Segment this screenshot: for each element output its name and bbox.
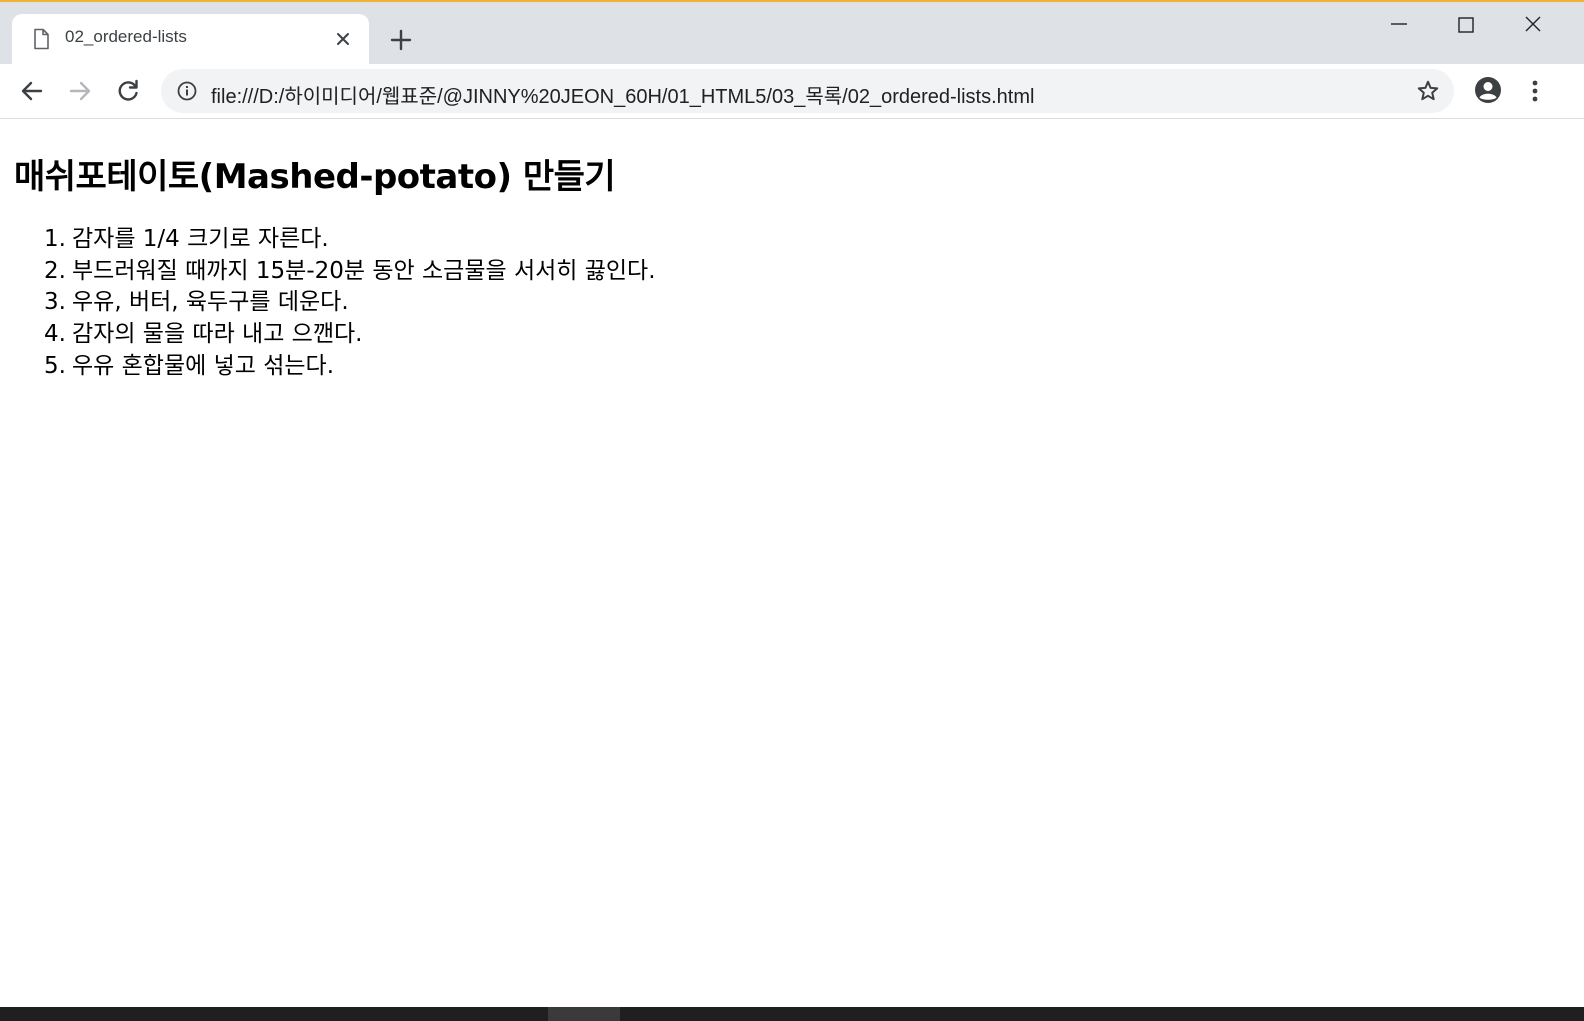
list-item-number: 1.	[44, 226, 66, 252]
close-tab-icon[interactable]	[334, 30, 352, 48]
new-tab-plus-icon[interactable]	[389, 28, 413, 52]
address-bar[interactable]: file:///D:/하이미디어/웹표준/@JINNY%20JEON_60H/0…	[161, 69, 1454, 113]
maximize-icon[interactable]	[1454, 14, 1478, 38]
list-item-text: 우유 혼합물에 넣고 섞는다.	[72, 352, 335, 379]
minimize-icon[interactable]	[1387, 14, 1411, 38]
recipe-steps-list: 1. 감자를 1/4 크기로 자른다. 2. 부드러워질 때까지 15분-20분 동…	[44, 224, 656, 382]
list-item-number: 3.	[44, 289, 66, 316]
document-icon	[32, 28, 50, 50]
browser-toolbar: file:///D:/하이미디어/웹표준/@JINNY%20JEON_60H/0…	[0, 64, 1584, 119]
forward-arrow-icon[interactable]	[66, 77, 94, 105]
list-item-text: 부드러워질 때까지 15분-20분 동안 소금물을 서서히 끓인다.	[72, 257, 656, 284]
list-item-number: 4.	[44, 321, 66, 348]
list-item: 2. 부드러워질 때까지 15분-20분 동안 소금물을 서서히 끓인다.	[44, 256, 656, 288]
site-info-icon[interactable]	[177, 81, 197, 101]
profile-avatar-icon[interactable]	[1474, 76, 1502, 104]
taskbar-highlight	[548, 1007, 620, 1021]
tab-title: 02_ordered-lists	[65, 27, 187, 46]
reload-icon[interactable]	[114, 77, 142, 105]
bookmark-star-icon[interactable]	[1416, 79, 1440, 103]
back-arrow-icon[interactable]	[18, 77, 46, 105]
page-content: 매쉬포테이토(Mashed-potato) 만들기 1. 감자를 1/4 크기로 …	[0, 119, 1584, 1007]
browser-window: 02_ordered-lists file:///D:/하이미디어/웹표준/@J…	[0, 0, 1584, 1021]
taskbar-edge	[0, 1007, 1584, 1021]
list-item: 1. 감자를 1/4 크기로 자른다.	[44, 224, 656, 256]
page-heading: 매쉬포테이토(Mashed-potato) 만들기	[14, 157, 616, 197]
url-text[interactable]: file:///D:/하이미디어/웹표준/@JINNY%20JEON_60H/0…	[211, 80, 1034, 109]
close-window-icon[interactable]	[1521, 14, 1545, 38]
list-item: 5. 우유 혼합물에 넣고 섞는다.	[44, 351, 656, 383]
list-item-text: 감자의 물을 따라 내고 으깬다.	[72, 321, 363, 348]
list-item: 3. 우유, 버터, 육두구를 데운다.	[44, 287, 656, 319]
tab-strip: 02_ordered-lists	[0, 2, 1584, 64]
more-options-icon[interactable]	[1524, 77, 1546, 105]
list-item: 4. 감자의 물을 따라 내고 으깬다.	[44, 319, 656, 351]
tab-active[interactable]: 02_ordered-lists	[12, 14, 369, 64]
list-item-number: 2.	[44, 257, 66, 284]
list-item-text: 감자를 1/4 크기로 자른다.	[72, 226, 329, 252]
list-item-number: 5.	[44, 352, 66, 379]
list-item-text: 우유, 버터, 육두구를 데운다.	[72, 289, 349, 316]
